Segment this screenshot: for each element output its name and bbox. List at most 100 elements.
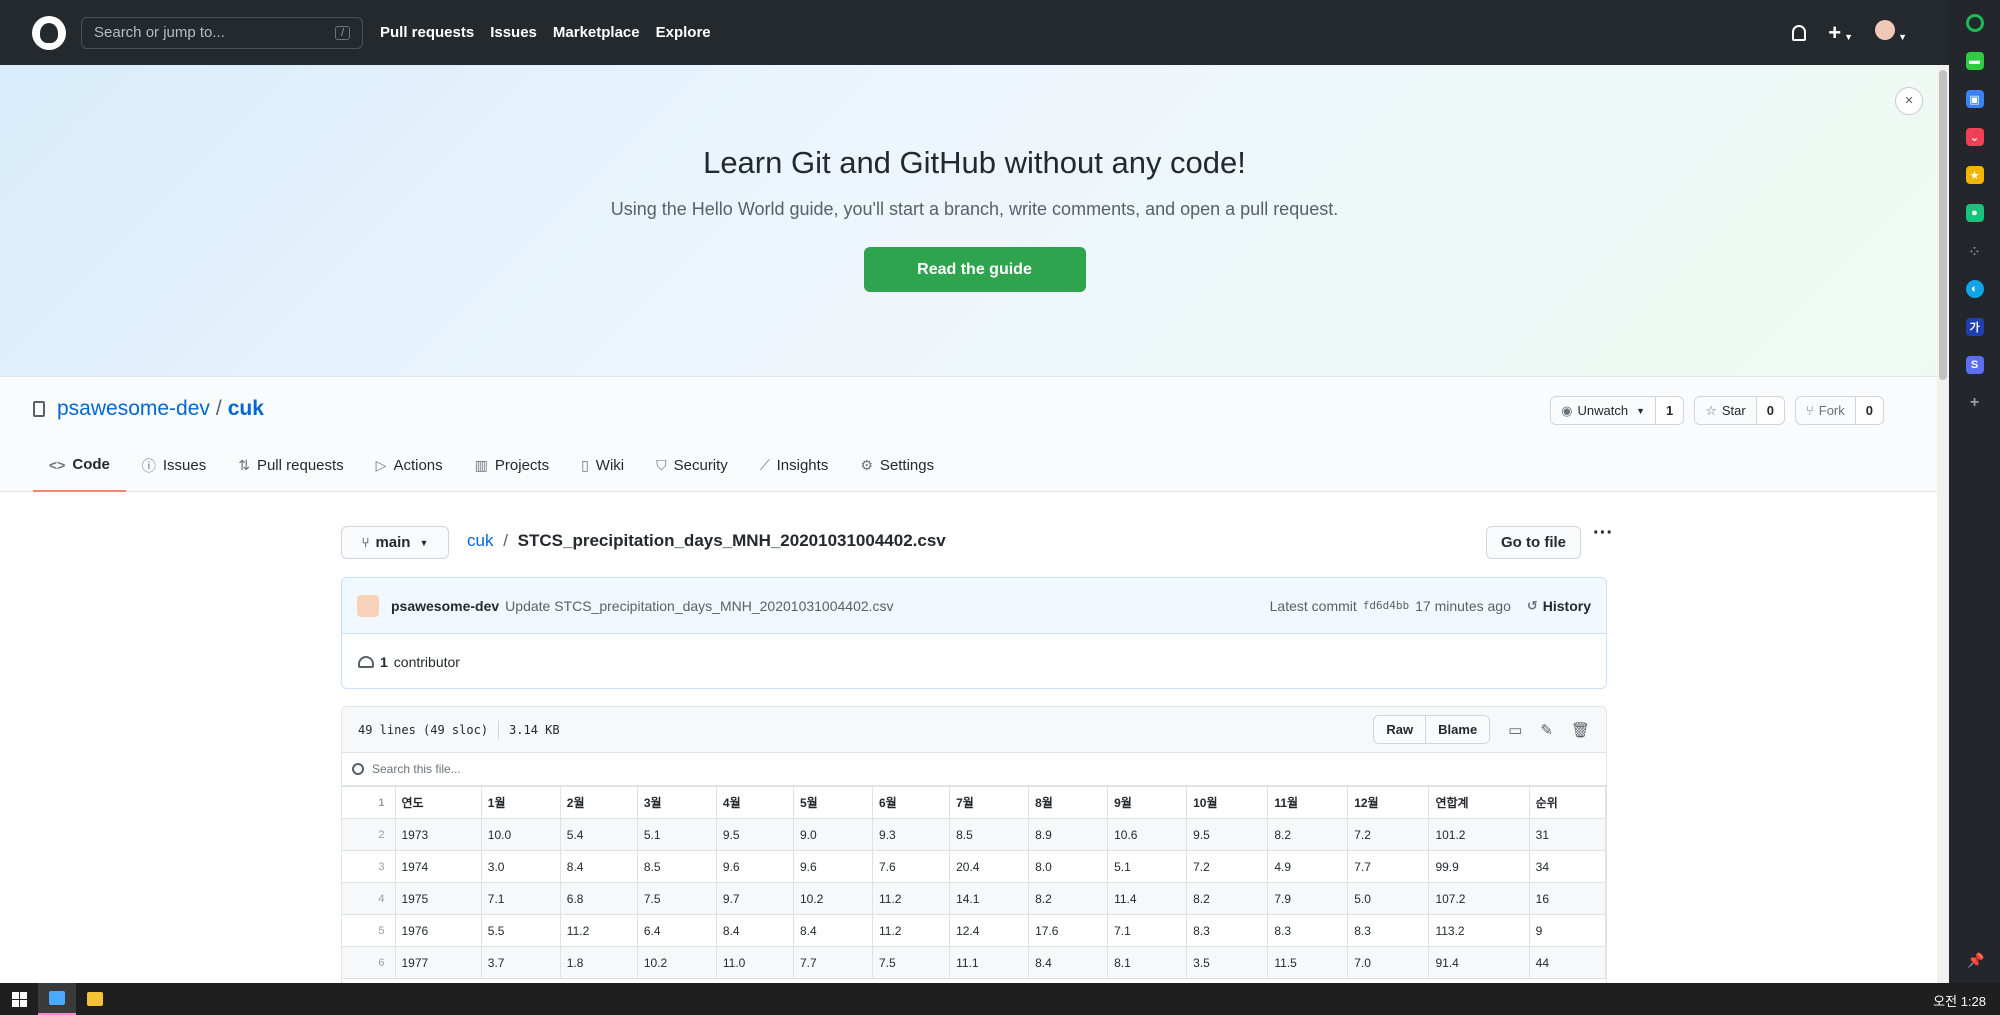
taskbar-clock[interactable]: 오전 1:28 (1933, 991, 1986, 1010)
tab-projects[interactable]: ▥ Projects (459, 439, 565, 492)
green-circle-icon[interactable] (1965, 14, 1984, 32)
table-cell: 3.5 (1186, 946, 1269, 979)
nav-pull-requests[interactable]: Pull requests (380, 24, 474, 41)
repo-separator: / (215, 397, 222, 420)
nav-marketplace[interactable]: Marketplace (553, 24, 640, 41)
fork-button[interactable]: ⑂ Fork 0 (1794, 396, 1884, 425)
branch-select-button[interactable]: ⑂ main ▼ (341, 526, 449, 559)
watch-count[interactable]: 1 (1655, 397, 1684, 424)
tab-security[interactable]: ⛉ Security (640, 439, 744, 492)
caret-down-icon: ▼ (1844, 31, 1854, 42)
s-app-icon[interactable]: S (1965, 356, 1984, 374)
table-cell: 10.0 (480, 818, 561, 851)
pin-icon[interactable]: 📌 (1967, 952, 1984, 969)
tab-wiki[interactable]: ▯ Wiki (565, 439, 640, 492)
table-cell: 5.5 (480, 914, 561, 947)
unwatch-label[interactable]: ◉ Unwatch ▼ (1551, 397, 1656, 424)
taskbar-file-explorer[interactable] (76, 983, 114, 1015)
star-label[interactable]: ☆ Star (1695, 397, 1757, 424)
table-cell: 8.3 (1267, 914, 1349, 947)
close-icon[interactable]: × (1895, 87, 1923, 115)
edge-icon[interactable]: ◐ (1965, 280, 1984, 298)
user-menu-button[interactable]: ▼ (1875, 20, 1907, 45)
go-to-file-button[interactable]: Go to file (1486, 526, 1581, 559)
line-number[interactable]: 6 (342, 946, 396, 979)
table-cell: 9.3 (871, 818, 951, 851)
table-cell: 6.8 (559, 882, 638, 915)
github-logo-icon[interactable] (32, 15, 66, 50)
gear-icon: ⚙ (860, 457, 873, 473)
tab-settings-label: Settings (879, 457, 935, 474)
commit-sha[interactable]: fd6d4bb (1363, 599, 1409, 612)
more-options-icon[interactable]: ··· (1593, 522, 1613, 545)
table-cell: 11월 (1267, 786, 1349, 819)
history-label: History (1542, 597, 1591, 614)
file-search-input[interactable]: Search this file... (342, 753, 1606, 786)
star-text: Star (1721, 403, 1746, 418)
start-button[interactable] (0, 983, 38, 1015)
commit-meta: Latest commit fd6d4bb 17 minutes ago ↺ Hi… (1270, 598, 1591, 614)
tab-code[interactable]: <> Code (33, 439, 126, 492)
tab-actions[interactable]: ▷ Actions (360, 439, 459, 492)
scrollbar-thumb[interactable] (1939, 70, 1947, 380)
line-number[interactable]: 1 (342, 786, 396, 819)
repo-tabs: <> Code ⓘ Issues ⇅ Pull requests ▷ Actions ▥… (33, 439, 950, 492)
blame-button[interactable]: Blame (1425, 716, 1490, 743)
repo-header: psawesome-dev / cuk ◉ Unwatch ▼ 1 ☆ Star 0 … (0, 377, 1949, 492)
breadcrumb-separator: / (503, 531, 508, 550)
tab-settings[interactable]: ⚙ Settings (844, 439, 950, 492)
table-cell: 1975 (394, 882, 482, 915)
line-number[interactable]: 5 (342, 914, 396, 947)
tab-pull-requests[interactable]: ⇅ Pull requests (222, 439, 359, 492)
line-number[interactable]: 4 (342, 882, 396, 915)
table-cell: 7.5 (636, 882, 717, 915)
repo-owner-link[interactable]: psawesome-dev (57, 397, 210, 421)
desktop-icon[interactable]: ▭ (1508, 721, 1522, 739)
pencil-icon[interactable]: ✎ (1540, 721, 1553, 739)
read-guide-button[interactable]: Read the guide (863, 247, 1086, 292)
table-cell: 1.8 (559, 946, 638, 979)
commit-author[interactable]: psawesome-dev (391, 598, 499, 614)
nav-explore[interactable]: Explore (656, 24, 711, 41)
star-count[interactable]: 0 (1756, 397, 1784, 424)
star-button[interactable]: ☆ Star 0 (1694, 396, 1785, 425)
browser-app-icon (49, 991, 65, 1005)
tab-insights[interactable]: ⟋ Insights (744, 439, 845, 492)
commit-message[interactable]: Update STCS_precipitation_days_MNH_20201… (505, 598, 893, 614)
pocket-icon[interactable]: ⌄ (1965, 128, 1984, 146)
chat-icon[interactable]: ● (1965, 204, 1984, 222)
repo-name-link[interactable]: cuk (228, 397, 264, 421)
trash-icon[interactable]: 🗑 (1571, 721, 1590, 739)
breadcrumb-repo-link[interactable]: cuk (467, 531, 493, 550)
taskbar-browser[interactable] (38, 983, 76, 1015)
contributors-row[interactable]: 1 contributor (342, 634, 1606, 688)
search-input[interactable]: Search or jump to... / (81, 16, 363, 49)
line-number[interactable]: 3 (342, 850, 396, 883)
contributor-count: 1 (380, 653, 388, 670)
bell-icon[interactable] (1792, 24, 1807, 41)
green-square-icon[interactable]: ▬ (1965, 52, 1984, 70)
star-icon[interactable]: ★ (1965, 166, 1984, 184)
breadcrumb-filename: STCS_precipitation_days_MNH_202010310044… (517, 531, 946, 550)
history-button[interactable]: ↺ History (1527, 598, 1591, 614)
table-cell: 31 (1528, 818, 1606, 851)
briefcase-icon[interactable]: ▣ (1965, 90, 1984, 108)
tab-wiki-label: Wiki (595, 457, 625, 474)
line-number[interactable]: 2 (342, 818, 396, 851)
fork-label[interactable]: ⑂ Fork (1796, 397, 1856, 424)
dots-icon[interactable]: ⁘ (1966, 242, 1984, 260)
dictionary-icon[interactable]: 가 (1965, 318, 1984, 336)
avatar[interactable] (357, 594, 379, 617)
add-icon[interactable]: + (1966, 394, 1984, 412)
create-new-button[interactable]: + ▼ (1828, 20, 1853, 46)
nav-issues[interactable]: Issues (490, 24, 537, 41)
book-icon: ▯ (581, 457, 589, 473)
raw-button[interactable]: Raw (1374, 716, 1426, 743)
unwatch-button[interactable]: ◉ Unwatch ▼ 1 (1550, 396, 1685, 425)
table-cell: 1977 (394, 946, 482, 979)
table-cell: 1973 (394, 818, 482, 851)
tab-issues[interactable]: ⓘ Issues (126, 439, 222, 492)
fork-count[interactable]: 0 (1855, 397, 1883, 424)
caret-down-icon: ▼ (1898, 32, 1907, 42)
table-cell: 5.1 (636, 818, 717, 851)
